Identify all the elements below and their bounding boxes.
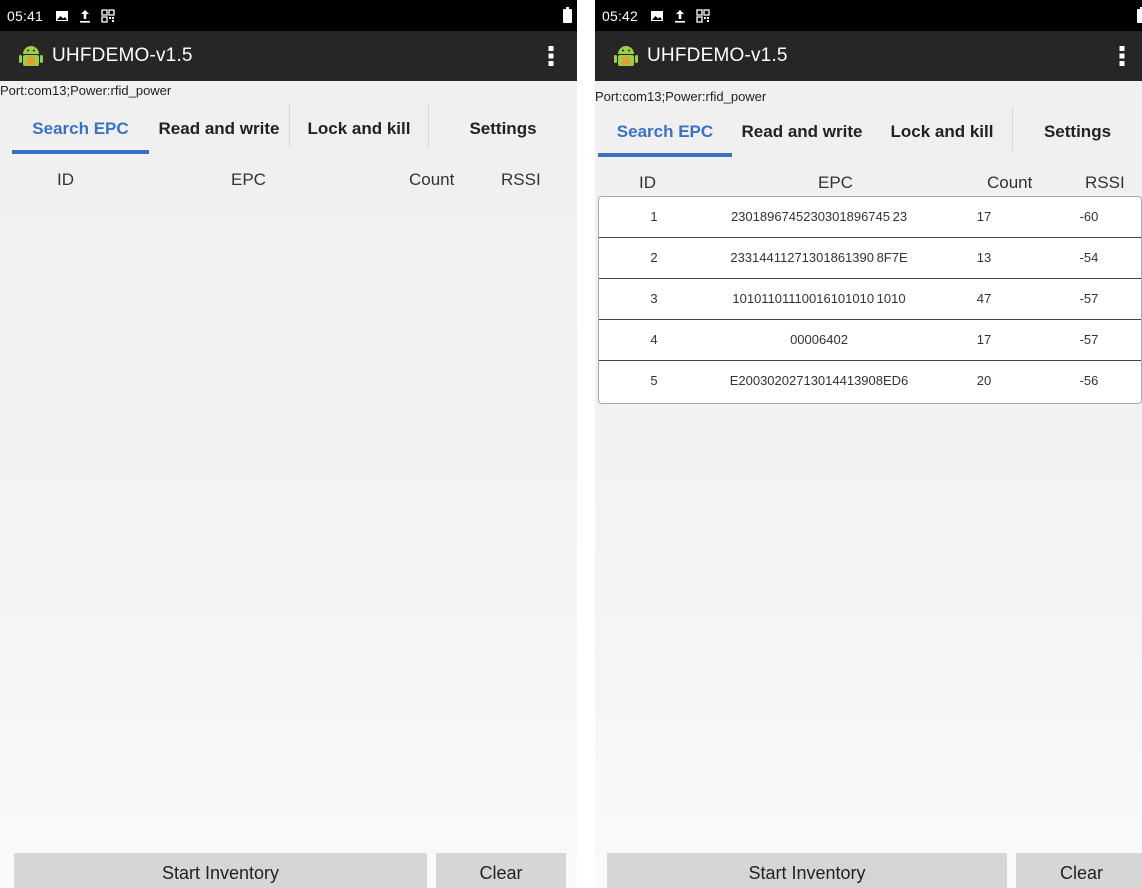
cell-rssi: -57 (1079, 332, 1099, 347)
cell-id: 1 (650, 209, 658, 224)
cell-epc: 00006402 (790, 332, 848, 347)
table-row[interactable]: 4 00006402 17 -57 (599, 320, 1141, 361)
cell-id: 5 (650, 373, 658, 388)
cell-rssi: -54 (1079, 250, 1099, 265)
clear-button[interactable]: Clear (436, 853, 566, 888)
column-header-rssi: RSSI (1085, 173, 1125, 192)
tab-lock-and-kill[interactable]: Lock and kill (290, 104, 428, 154)
cell-rssi: -57 (1079, 291, 1099, 306)
status-bar: 05:42 (595, 0, 1142, 31)
status-bar: 05:41 (0, 0, 577, 31)
column-header-id: ID (639, 173, 656, 192)
cell-count: 17 (976, 209, 992, 224)
cell-rssi: -60 (1079, 209, 1099, 224)
app-title: UHFDEMO-v1.5 (647, 45, 788, 66)
table-row[interactable]: 1 2301896745230301896745 23 17 -60 (599, 197, 1141, 238)
port-power-info: Port:com13;Power:rfid_power (0, 83, 172, 98)
upload-icon (78, 9, 92, 23)
clear-button[interactable]: Clear (1016, 853, 1142, 888)
cell-count: 20 (976, 373, 992, 388)
table-row[interactable]: 2 23314411271301861390 8F7E 13 -54 (599, 238, 1141, 279)
tab-read-and-write[interactable]: Read and write (732, 107, 872, 157)
column-header-id: ID (57, 170, 74, 189)
battery-icon (1137, 7, 1142, 23)
tab-settings[interactable]: Settings (429, 104, 577, 154)
cell-epc: 10101101110016101010 1010 (732, 291, 906, 306)
cell-epc: E20030202713014413908ED6 (729, 373, 909, 388)
overflow-menu-icon[interactable] (1118, 44, 1126, 68)
table-row[interactable]: 5 E20030202713014413908ED6 20 -56 (599, 361, 1141, 402)
qr-icon (101, 8, 115, 23)
tab-search-epc[interactable]: Search EPC (598, 107, 732, 157)
phone-screen-left: 05:41 UHFDEMO-v1.5 Port:com13;Power:rfid… (0, 0, 577, 888)
cell-rssi: -56 (1079, 373, 1099, 388)
app-bar: UHFDEMO-v1.5 (0, 31, 577, 81)
cell-count: 13 (976, 250, 992, 265)
app-title: UHFDEMO-v1.5 (52, 45, 193, 66)
start-inventory-button[interactable]: Start Inventory (14, 853, 427, 888)
epc-table: 1 2301896745230301896745 23 17 -60 2 233… (598, 196, 1142, 404)
cell-id: 4 (650, 332, 658, 347)
column-header-count: Count (409, 170, 455, 189)
cell-id: 2 (650, 250, 658, 265)
cell-count: 47 (976, 291, 992, 306)
phone-screen-right: 05:42 UHFDEMO-v1.5 Port:com13;Power:rfid… (595, 0, 1142, 888)
app-bar: UHFDEMO-v1.5 (595, 31, 1142, 81)
tab-search-epc[interactable]: Search EPC (12, 104, 149, 154)
image-icon (55, 9, 69, 23)
qr-icon (696, 8, 710, 23)
column-header-epc: EPC (231, 170, 266, 189)
status-time: 05:41 (7, 7, 44, 24)
column-header-count: Count (987, 173, 1033, 192)
battery-icon (563, 7, 572, 23)
cell-epc: 2301896745230301896745 23 (730, 209, 908, 224)
port-power-info: Port:com13;Power:rfid_power (595, 89, 767, 104)
table-row[interactable]: 3 10101101110016101010 1010 47 -57 (599, 279, 1141, 320)
tab-settings[interactable]: Settings (1013, 107, 1142, 157)
cell-epc: 23314411271301861390 8F7E (730, 250, 908, 265)
cell-count: 17 (976, 332, 992, 347)
overflow-menu-icon[interactable] (547, 44, 555, 68)
column-header-rssi: RSSI (501, 170, 541, 189)
upload-icon (673, 9, 687, 23)
image-icon (650, 9, 664, 23)
tab-lock-and-kill[interactable]: Lock and kill (872, 107, 1012, 157)
column-header-epc: EPC (818, 173, 853, 192)
cell-id: 3 (650, 291, 658, 306)
android-app-icon (19, 46, 43, 66)
android-app-icon (614, 46, 638, 66)
status-time: 05:42 (602, 7, 639, 24)
tab-bar: Search EPC Read and write Lock and kill … (0, 104, 577, 154)
start-inventory-button[interactable]: Start Inventory (607, 853, 1007, 888)
tab-read-and-write[interactable]: Read and write (149, 104, 289, 154)
tab-bar: Search EPC Read and write Lock and kill … (595, 107, 1142, 157)
